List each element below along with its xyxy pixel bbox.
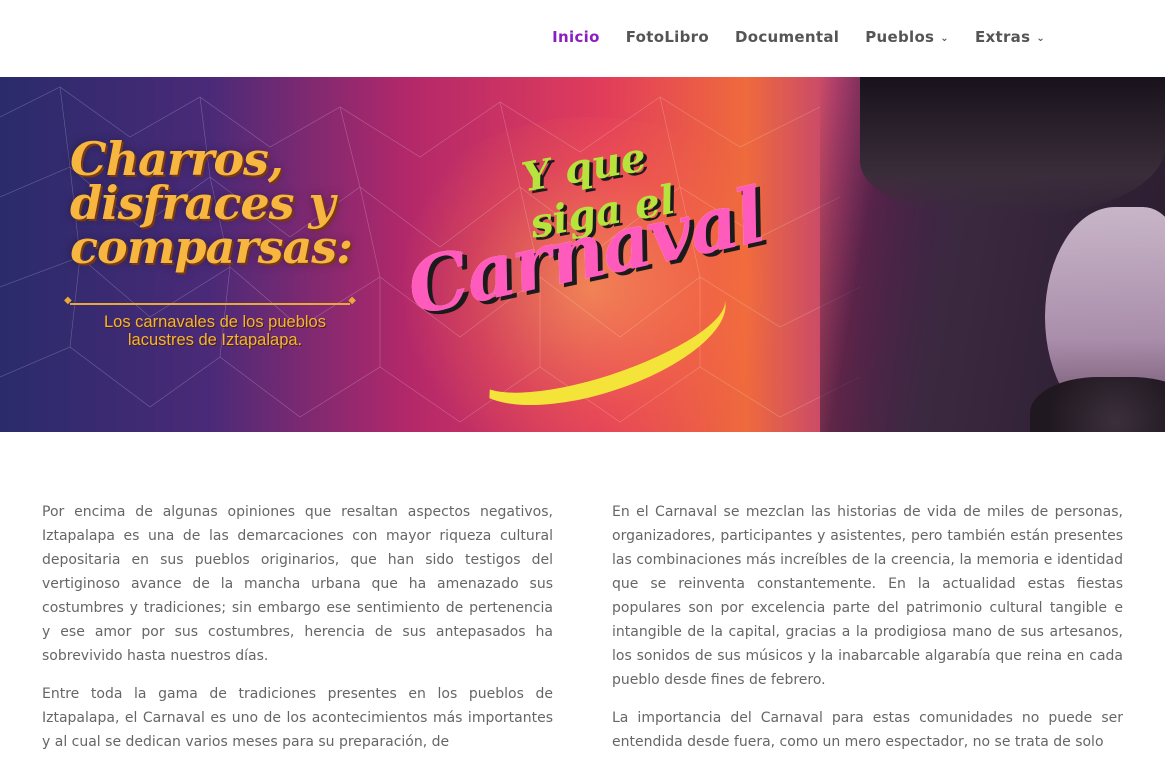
main-nav: Inicio FotoLibro Documental Pueblos ⌄ Ext… [552, 28, 1045, 46]
nav-label: Extras [974, 28, 1031, 46]
nav-item-fotolibro[interactable]: FotoLibro [626, 28, 709, 46]
hero-title-line: disfraces y [70, 176, 335, 230]
nav-item-inicio[interactable]: Inicio [552, 28, 600, 46]
nav-label: Inicio [552, 28, 600, 46]
hero-subtitle-line: lacustres de Iztapalapa. [127, 331, 303, 349]
nav-item-extras[interactable]: Extras ⌄ [975, 28, 1045, 46]
nav-label: Documental [734, 28, 840, 46]
hero-subtitle-line: Los carnavales de los pueblos [104, 313, 326, 331]
intro-content: Por encima de algunas opiniones que resa… [42, 500, 1123, 768]
content-column-left: Por encima de algunas opiniones que resa… [42, 500, 553, 768]
chevron-down-icon: ⌄ [1036, 32, 1045, 44]
chevron-down-icon: ⌄ [940, 32, 949, 44]
site-header: Inicio FotoLibro Documental Pueblos ⌄ Ext… [0, 0, 1165, 78]
hero-title-line: comparsas: [70, 220, 353, 274]
paragraph: Por encima de algunas opiniones que resa… [42, 504, 553, 664]
hero-subtitle: Los carnavales de los pueblos lacustres … [80, 313, 350, 349]
embroidered-hat [860, 77, 1165, 217]
paragraph: En el Carnaval se mezclan las historias … [612, 504, 1123, 688]
hero-title-line: Charros, [70, 132, 284, 186]
nav-label: FotoLibro [625, 28, 709, 46]
paragraph: La importancia del Carnaval para estas c… [612, 710, 1123, 750]
hero-banner: Charros, disfraces y comparsas: Los carn… [0, 77, 1165, 432]
carnaval-logo: Y que siga el Carnaval [400, 133, 771, 432]
nav-label: Pueblos [865, 28, 935, 46]
nav-item-documental[interactable]: Documental [735, 28, 839, 46]
nav-item-pueblos[interactable]: Pueblos ⌄ [865, 28, 949, 46]
hero-title: Charros, disfraces y comparsas: [70, 132, 370, 274]
paragraph: Entre toda la gama de tradiciones presen… [42, 686, 553, 750]
ornament-divider [64, 295, 356, 306]
content-column-right: En el Carnaval se mezclan las historias … [612, 500, 1123, 768]
